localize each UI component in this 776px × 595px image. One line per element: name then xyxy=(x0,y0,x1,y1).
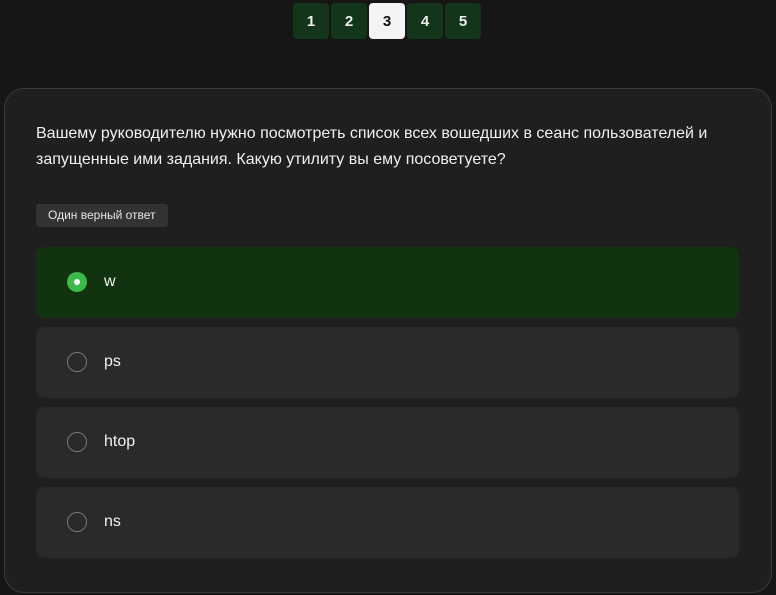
answer-option-label: ps xyxy=(104,353,121,370)
answer-option-label: ns xyxy=(104,513,121,530)
page-button-4[interactable]: 4 xyxy=(407,3,443,39)
question-card: Вашему руководителю нужно посмотреть спи… xyxy=(4,88,772,593)
page-button-1[interactable]: 1 xyxy=(293,3,329,39)
answer-type-badge: Один верный ответ xyxy=(36,204,168,227)
question-text: Вашему руководителю нужно посмотреть спи… xyxy=(36,125,708,168)
radio-checked-icon[interactable] xyxy=(67,272,87,292)
answer-option-ps[interactable]: ps xyxy=(36,327,739,398)
answer-option-w[interactable]: w xyxy=(36,247,739,318)
page-button-5[interactable]: 5 xyxy=(445,3,481,39)
answer-option-htop[interactable]: htop xyxy=(36,407,739,478)
page-button-2[interactable]: 2 xyxy=(331,3,367,39)
question-pagination: 1 2 3 4 5 xyxy=(293,3,481,39)
answer-option-ns[interactable]: ns xyxy=(36,487,739,558)
answer-option-label: htop xyxy=(104,433,136,450)
page-button-3-current[interactable]: 3 xyxy=(369,3,405,39)
radio-unchecked-icon[interactable] xyxy=(67,352,87,372)
radio-unchecked-icon[interactable] xyxy=(67,512,87,532)
radio-unchecked-icon[interactable] xyxy=(67,432,87,452)
answer-option-label: w xyxy=(104,273,116,290)
